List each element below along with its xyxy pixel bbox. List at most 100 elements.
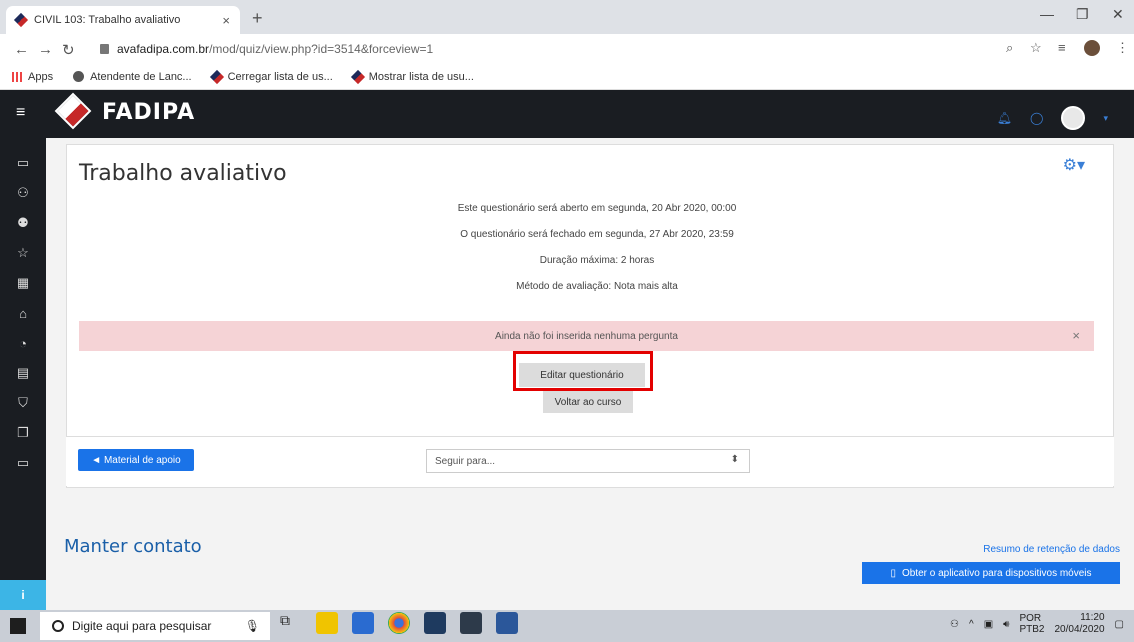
graduation-cap-icon[interactable]: ⛉ bbox=[0, 388, 46, 418]
quiz-duration: Duração máxima: 2 horas bbox=[539, 255, 655, 266]
lang-layout: PTB2 bbox=[1019, 624, 1045, 635]
home-icon[interactable]: ⌂ bbox=[0, 298, 46, 328]
restore-icon[interactable]: ❐ bbox=[1076, 6, 1089, 23]
bookmark-mostrar[interactable]: Mostrar lista de usu... bbox=[350, 69, 474, 84]
network-icon[interactable]: ▣ bbox=[984, 619, 993, 630]
system-tray: ⚇ ^ ▣ 🔊︎ POR PTB2 11:20 20/04/2020 ▢ bbox=[950, 612, 1124, 636]
files-icon[interactable]: ❐ bbox=[0, 418, 46, 448]
jump-to-select[interactable]: Seguir para... ⬍ bbox=[426, 449, 750, 473]
navbar-icons: 🔔︎ ◯ ▾ bbox=[997, 106, 1108, 130]
main-content: Trabalho avaliativo ⚙▾ Este questionário… bbox=[46, 138, 1134, 610]
back-icon[interactable]: ← bbox=[14, 41, 29, 58]
microphone-icon[interactable]: 🎙︎ bbox=[245, 619, 260, 633]
tab-title: CIVIL 103: Trabalho avaliativo bbox=[34, 14, 181, 26]
people-icon[interactable]: ⚇ bbox=[950, 619, 959, 630]
bell-icon[interactable]: 🔔︎ bbox=[997, 111, 1012, 125]
participants-icon[interactable]: ⚇ bbox=[0, 178, 46, 208]
activity-navigation: ◄ Material de apoio Seguir para... ⬍ bbox=[66, 436, 1114, 486]
highlight-box bbox=[513, 351, 653, 391]
bookmark-label: Cerregar lista de us... bbox=[227, 70, 333, 83]
clock-date: 20/04/2020 bbox=[1054, 624, 1105, 635]
bookmark-label: Atendente de Lanc... bbox=[90, 70, 192, 83]
terminal-icon[interactable] bbox=[460, 612, 482, 634]
caret-down-icon[interactable]: ▾ bbox=[1103, 113, 1108, 124]
fadipa-icon bbox=[350, 69, 365, 84]
app-icon[interactable] bbox=[424, 612, 446, 634]
task-view-icon[interactable]: ⧉ bbox=[280, 612, 302, 634]
search-text: Digite aqui para pesquisar bbox=[72, 619, 212, 633]
mobile-app-button[interactable]: ▯ Obter o aplicativo para dispositivos m… bbox=[862, 562, 1120, 584]
back-to-course-button[interactable]: Voltar ao curso bbox=[543, 391, 633, 413]
language-indicator[interactable]: POR PTB2 bbox=[1019, 613, 1044, 635]
chrome-icon[interactable] bbox=[388, 612, 410, 634]
forward-icon[interactable]: → bbox=[38, 41, 53, 58]
bookmark-carregar[interactable]: Cerregar lista de us... bbox=[209, 69, 333, 84]
dashboard-icon[interactable]: ◔ bbox=[0, 328, 46, 358]
star-icon[interactable]: ☆ bbox=[1030, 40, 1042, 56]
chat-icon[interactable]: ◯ bbox=[1030, 111, 1043, 125]
browser-tab[interactable]: CIVIL 103: Trabalho avaliativo × bbox=[6, 6, 240, 34]
data-retention-link[interactable]: Resumo de retenção de dados bbox=[983, 544, 1120, 555]
reload-icon[interactable]: ↻ bbox=[62, 41, 75, 59]
browser-tab-bar: CIVIL 103: Trabalho avaliativo × + — ❐ ✕ bbox=[0, 0, 1134, 34]
bookmark-label: Apps bbox=[28, 70, 54, 83]
logo-text: FADIPA bbox=[102, 99, 196, 125]
gear-icon[interactable]: ⚙▾ bbox=[1063, 155, 1085, 175]
mobile-icon: ▯ bbox=[890, 567, 896, 579]
chevron-up-icon[interactable]: ^ bbox=[969, 619, 974, 630]
bookmark-atendente[interactable]: Atendente de Lanc... bbox=[73, 71, 192, 83]
playlist-icon[interactable]: ≡ bbox=[1058, 40, 1066, 55]
minimize-icon[interactable]: — bbox=[1040, 6, 1054, 22]
lock-icon bbox=[100, 44, 109, 54]
store-icon[interactable] bbox=[352, 612, 374, 634]
fadipa-icon bbox=[209, 69, 224, 84]
volume-icon[interactable]: 🔊︎ bbox=[1003, 619, 1009, 630]
calendar-icon[interactable]: ▤ bbox=[0, 358, 46, 388]
quiz-close-info: O questionário será fechado em segunda, … bbox=[460, 229, 734, 240]
quiz-open-info: Este questionário será aberto em segunda… bbox=[457, 203, 737, 214]
star-icon[interactable]: ☆ bbox=[0, 238, 46, 268]
grades-icon[interactable]: ▦ bbox=[0, 268, 46, 298]
notifications-icon[interactable]: ▢ bbox=[1115, 619, 1124, 630]
app-button-label: Obter o aplicativo para dispositivos móv… bbox=[901, 567, 1092, 579]
url-path: /mod/quiz/view.php?id=3514&forceview=1 bbox=[209, 42, 434, 56]
site-favicon-icon bbox=[13, 12, 29, 28]
url-field[interactable]: avafadipa.com.br /mod/quiz/view.php?id=3… bbox=[100, 38, 1000, 60]
clock[interactable]: 11:20 20/04/2020 bbox=[1054, 612, 1104, 636]
lang-code: POR bbox=[1019, 613, 1042, 624]
badges-icon[interactable]: ⚉ bbox=[0, 208, 46, 238]
windows-start-icon[interactable] bbox=[10, 618, 26, 634]
page-title: Trabalho avaliativo bbox=[79, 161, 287, 186]
cortana-icon bbox=[52, 620, 64, 632]
profile-icon[interactable] bbox=[1084, 40, 1100, 56]
previous-activity-button[interactable]: ◄ Material de apoio bbox=[78, 449, 194, 471]
menu-icon[interactable]: ⋮ bbox=[1116, 40, 1129, 56]
fadipa-logo-icon bbox=[54, 92, 92, 130]
close-window-icon[interactable]: ✕ bbox=[1112, 6, 1124, 23]
bookmarks-bar: Apps Atendente de Lanc... Cerregar lista… bbox=[0, 64, 1134, 90]
info-icon[interactable]: i bbox=[0, 580, 46, 610]
folder-icon[interactable]: ▭ bbox=[0, 448, 46, 478]
bookmark-apps[interactable]: Apps bbox=[12, 71, 53, 83]
taskbar-search[interactable]: Digite aqui para pesquisar 🎙︎ bbox=[40, 612, 270, 640]
word-icon[interactable] bbox=[496, 612, 518, 634]
no-questions-alert: Ainda não foi inserida nenhuma pergunta … bbox=[79, 321, 1094, 351]
folder-icon[interactable]: ▭ bbox=[0, 148, 46, 178]
zoom-icon[interactable]: ⌕ bbox=[1006, 40, 1013, 56]
apps-icon bbox=[12, 71, 22, 82]
bookmark-label: Mostrar lista de usu... bbox=[368, 70, 474, 83]
globe-icon bbox=[73, 71, 85, 82]
new-tab-button[interactable]: + bbox=[252, 8, 263, 29]
footer-title: Manter contato bbox=[64, 536, 202, 557]
site-logo[interactable]: FADIPA bbox=[54, 92, 196, 130]
explorer-icon[interactable] bbox=[316, 612, 338, 634]
alert-text: Ainda não foi inserida nenhuma pergunta bbox=[495, 330, 678, 342]
close-icon[interactable]: × bbox=[1072, 328, 1080, 343]
close-tab-icon[interactable]: × bbox=[222, 13, 230, 28]
taskbar-apps: ⧉ bbox=[280, 612, 518, 634]
hamburger-menu-icon[interactable]: ≡ bbox=[16, 104, 25, 122]
avatar[interactable] bbox=[1061, 106, 1086, 130]
quiz-grading: Método de avaliação: Nota mais alta bbox=[516, 281, 678, 292]
left-sidebar: ▭ ⚇ ⚉ ☆ ▦ ⌂ ◔ ▤ ⛉ ❐ ▭ bbox=[0, 138, 46, 610]
clock-time: 11:20 bbox=[1080, 612, 1105, 623]
